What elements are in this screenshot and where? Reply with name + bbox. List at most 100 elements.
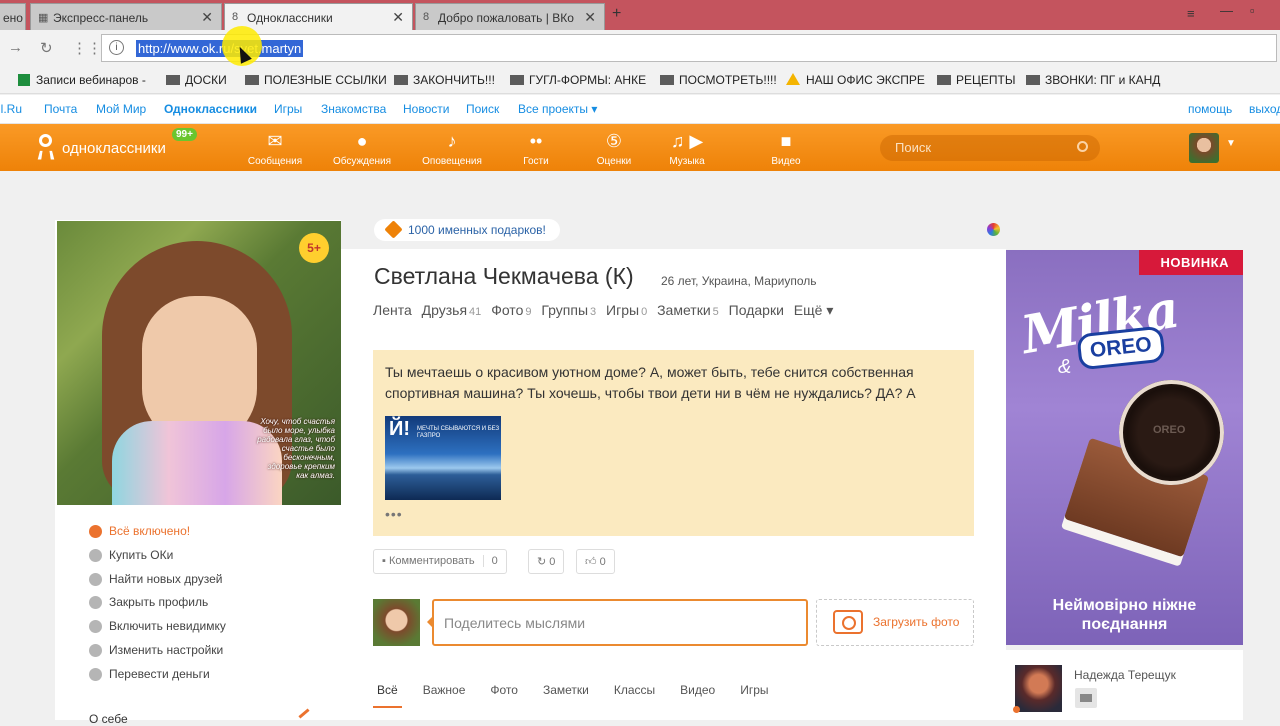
logout-link[interactable]: выход [1249, 102, 1280, 116]
maximize-icon[interactable]: ▫ [1250, 3, 1255, 18]
menu-buy-ok[interactable]: Купить ОКи [89, 548, 226, 572]
nav-ratings[interactable]: ⑤ Оценки [579, 130, 649, 167]
menu-invisible[interactable]: Включить невидимку [89, 619, 226, 643]
bookmark-folder[interactable]: ПОЛЕЗНЫЕ ССЫЛКИ [245, 73, 387, 87]
about-heading: О себе [89, 712, 128, 726]
close-tab-icon[interactable]: ✕ [392, 9, 404, 26]
mailru-link-games[interactable]: Игры [274, 102, 302, 116]
status-note[interactable]: Ты мечтаешь о красивом уютном доме? А, м… [373, 350, 974, 536]
tab-menu-icon[interactable]: ≡ [1187, 6, 1195, 21]
speed-dial-icon[interactable]: ⋮⋮ [72, 39, 102, 57]
nav-messages[interactable]: ✉ Сообщения [240, 130, 310, 167]
reload-icon[interactable]: ↻ [40, 39, 53, 57]
nav-video[interactable]: ■ Видео [751, 130, 821, 167]
close-tab-icon[interactable]: ✕ [584, 9, 596, 26]
milka-ad-banner[interactable]: НОВИНКА Milka & OREO Неймовірно ніжнепоє… [1006, 250, 1243, 645]
ok-logo-text: одноклассники [62, 140, 166, 157]
browser-tab-odnoklassniki[interactable]: 8 Одноклассники ✕ [224, 3, 413, 30]
menu-find-friends[interactable]: Найти новых друзей [89, 572, 226, 596]
tab-games[interactable]: Игры 0 [606, 302, 647, 318]
feed-tab-games[interactable]: Игры [736, 683, 772, 706]
color-theme-icon[interactable] [987, 223, 1000, 236]
url-field[interactable]: i http://www.ok.ru/svet.martyn [101, 34, 1277, 62]
video-camera-icon: ■ [780, 131, 792, 151]
feed-tab-notes[interactable]: Заметки [539, 683, 593, 706]
friend-avatar[interactable] [1015, 665, 1062, 712]
feed-tab-photo[interactable]: Фото [486, 683, 522, 706]
tab-friends[interactable]: Друзья 41 [422, 302, 482, 318]
browser-tab-label: Добро пожаловать | ВКо [438, 11, 574, 25]
url-text[interactable]: http://www.ok.ru/svet.martyn [136, 40, 304, 57]
profile-photo[interactable]: 5+ Хочу, чтоб счастья было море, улыбка … [57, 221, 341, 505]
coin-icon [89, 548, 102, 562]
upload-photo-button[interactable]: Загрузить фото [816, 599, 974, 646]
comment-button[interactable]: ▪ Комментировать 0 [373, 549, 507, 574]
tab-groups[interactable]: Группы 3 [541, 302, 596, 318]
menu-label: Всё включено! [109, 524, 191, 538]
bookmark-folder[interactable]: ЗВОНКИ: ПГ и КАНД [1026, 73, 1160, 87]
lock-icon [89, 596, 102, 610]
share-thoughts-input[interactable]: Поделитесь мыслями [427, 599, 808, 646]
tab-gifts[interactable]: Подарки [729, 302, 784, 318]
bookmark-folder[interactable]: ЗАКОНЧИТЬ!!! [394, 73, 495, 87]
search-input[interactable]: Поиск [880, 135, 1100, 161]
online-indicator-icon [1013, 706, 1020, 713]
menu-transfer-money[interactable]: Перевести деньги [89, 667, 226, 691]
bookmark-folder[interactable]: ПОСМОТРЕТЬ!!!! [660, 73, 777, 87]
nav-notifications[interactable]: ♪ Оповещения [417, 130, 487, 167]
bookmark-item[interactable]: Записи вебинаров - [18, 73, 146, 87]
close-tab-icon[interactable]: ✕ [201, 9, 213, 26]
mailru-link-news[interactable]: Новости [403, 102, 449, 116]
friend-name[interactable]: Надежда Терещук [1074, 668, 1176, 682]
mailru-link-myworld[interactable]: Мой Мир [96, 102, 146, 116]
new-tab-button[interactable]: + [612, 5, 621, 23]
feed-tab-classes[interactable]: Классы [610, 683, 659, 706]
mailru-link-dating[interactable]: Знакомства [321, 102, 386, 116]
mailru-link[interactable]: il.Ru [0, 102, 22, 116]
help-link[interactable]: помощь [1188, 102, 1232, 116]
nav-label: Сообщения [247, 156, 303, 167]
mailru-link-ok[interactable]: Одноклассники [164, 102, 257, 116]
back-arrow-icon[interactable]: → [8, 39, 23, 56]
bookmark-folder[interactable]: ГУГЛ-ФОРМЫ: АНКЕ [510, 73, 646, 87]
tab-label: Группы [541, 302, 589, 318]
minimize-icon[interactable]: — [1220, 3, 1233, 18]
menu-label: Найти новых друзей [109, 571, 223, 586]
tab-count: 41 [469, 306, 482, 318]
site-info-icon[interactable]: i [109, 40, 124, 55]
browser-tab-label: Одноклассники [247, 11, 333, 25]
feed-tab-all[interactable]: Всё [373, 683, 402, 708]
mailru-link-all-projects[interactable]: Все проекты ▾ [518, 102, 597, 116]
tab-photos[interactable]: Фото 9 [491, 302, 531, 318]
gifts-banner[interactable]: 1000 именных подарков! [374, 219, 560, 241]
tab-more[interactable]: Ещё ▾ [794, 302, 834, 318]
nav-discussions[interactable]: ● Обсуждения [327, 130, 397, 167]
share-button[interactable]: ↻ 0 [528, 549, 565, 574]
note-more-dots[interactable]: ••• [385, 506, 403, 522]
browser-tab-speed-dial[interactable]: ▦ Экспресс-панель ✕ [30, 3, 222, 30]
note-image[interactable]: Й! МЕЧТЫ СБЫВАЮТСЯ И БЕЗ ГАЗПРО [385, 416, 501, 500]
browser-tab-vk[interactable]: 8 Добро пожаловать | ВКо ✕ [415, 3, 605, 30]
cookie-image [1119, 380, 1224, 485]
feed-tab-video[interactable]: Видео [676, 683, 719, 706]
like-button[interactable]: 👍︎ 0 [576, 549, 615, 574]
bookmark-folder[interactable]: РЕЦЕПТЫ [937, 73, 1015, 87]
nav-music[interactable]: ♫ ▶ Музыка [652, 130, 722, 167]
menu-settings[interactable]: Изменить настройки [89, 643, 226, 667]
bookmark-folder[interactable]: ДОСКИ [166, 73, 227, 87]
nav-guests[interactable]: •• Гости [501, 130, 571, 167]
menu-close-profile[interactable]: Закрыть профиль [89, 595, 226, 619]
chevron-down-icon[interactable]: ▼ [1226, 138, 1236, 149]
user-avatar[interactable] [1189, 133, 1219, 163]
feed-tab-important[interactable]: Важное [419, 683, 470, 706]
tab-notes[interactable]: Заметки 5 [657, 302, 719, 318]
menu-all-inclusive[interactable]: Всё включено! [89, 524, 226, 548]
mailru-link-search[interactable]: Поиск [466, 102, 499, 116]
bookmark-item[interactable]: НАШ ОФИС ЭКСПРЕ [786, 73, 925, 87]
search-icon[interactable] [1077, 141, 1088, 152]
tab-feed[interactable]: Лента [373, 302, 412, 318]
mailru-link-mail[interactable]: Почта [44, 102, 77, 116]
notifications-count-badge: 99+ [172, 128, 197, 141]
message-friend-button[interactable] [1075, 688, 1097, 708]
browser-tab-partial[interactable]: ено [0, 3, 26, 30]
